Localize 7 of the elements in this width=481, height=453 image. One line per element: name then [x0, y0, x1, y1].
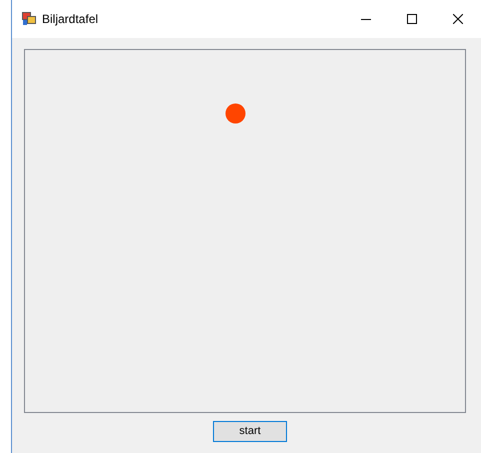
minimize-icon	[361, 18, 371, 20]
start-button[interactable]: start	[213, 421, 287, 442]
app-icon	[22, 12, 36, 26]
close-icon	[453, 14, 463, 24]
maximize-icon	[407, 14, 417, 24]
window-title: Biljardtafel	[42, 11, 98, 28]
ball	[225, 103, 246, 124]
